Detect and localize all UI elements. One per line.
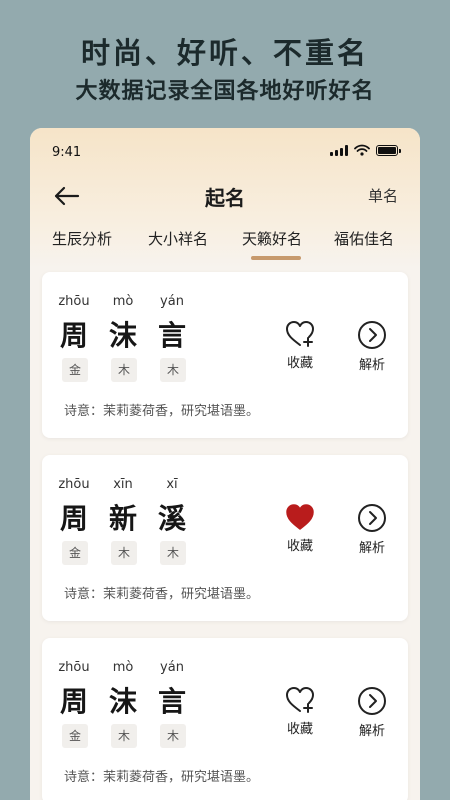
element-tag-3: 木 <box>160 724 186 748</box>
analyze-button[interactable]: 解析 <box>348 503 396 556</box>
pinyin-2: mò <box>112 660 134 675</box>
pinyin-2: mò <box>112 294 134 309</box>
pinyin-1: zhōu <box>58 660 90 675</box>
hanzi-1: 周 <box>59 685 88 718</box>
tab-birth-analysis[interactable]: 生辰分析 <box>52 228 112 249</box>
poem-text: 诗意：茉莉菱荷香，研究堪语墨。 <box>64 587 260 602</box>
pinyin-1: zhōu <box>58 477 90 492</box>
heart-plus-icon <box>286 687 314 713</box>
hanzi-2: 沫 <box>108 319 137 352</box>
pinyin-1: zhōu <box>58 294 90 309</box>
hanzi-3: 溪 <box>157 502 186 535</box>
arrow-left-icon <box>54 186 80 206</box>
element-tag-2: 木 <box>111 541 137 565</box>
favorite-label: 收藏 <box>286 539 313 554</box>
pinyin-3: yán <box>160 294 184 309</box>
hanzi-2: 新 <box>108 502 137 535</box>
analyze-button[interactable]: 解析 <box>348 320 396 373</box>
phone-screen: 9:41 起名 单名 生辰分析 大小祥名 天籁好名 福佑佳名 zhōu mò y… <box>30 128 420 800</box>
analyze-label: 解析 <box>358 541 385 556</box>
chevron-right-circle-icon <box>358 687 386 715</box>
name-card: zhōu mò yán 周 沫 言 金 木 木 收藏 解析 诗意：茉莉菱荷香，研… <box>42 272 408 438</box>
signal-icon <box>330 144 348 156</box>
wifi-icon <box>354 144 370 156</box>
tab-melodious-names[interactable]: 天籁好名 <box>242 228 302 249</box>
promo-title: 时尚、好听、不重名 <box>80 36 369 70</box>
analyze-label: 解析 <box>358 724 385 739</box>
favorite-label: 收藏 <box>286 722 313 737</box>
hanzi-3: 言 <box>157 319 186 352</box>
status-icons <box>330 144 401 156</box>
element-tag-3: 木 <box>160 358 186 382</box>
hanzi-1: 周 <box>59 502 88 535</box>
heart-filled-icon <box>286 504 314 530</box>
element-tag-1: 金 <box>62 724 88 748</box>
chevron-right-circle-icon <box>358 504 386 532</box>
element-tag-2: 木 <box>111 358 137 382</box>
tab-blessed-names[interactable]: 福佑佳名 <box>334 228 394 249</box>
analyze-button[interactable]: 解析 <box>348 686 396 739</box>
hanzi-3: 言 <box>157 685 186 718</box>
back-button[interactable] <box>52 184 80 208</box>
active-tab-indicator <box>251 256 301 260</box>
pinyin-3: xī <box>166 477 178 492</box>
element-tag-3: 木 <box>160 541 186 565</box>
hanzi-2: 沫 <box>108 685 137 718</box>
battery-icon <box>376 144 401 156</box>
element-tag-1: 金 <box>62 358 88 382</box>
favorite-button[interactable]: 收藏 <box>275 686 325 737</box>
favorite-button[interactable]: 收藏 <box>275 320 325 371</box>
analyze-label: 解析 <box>358 358 385 373</box>
hanzi-1: 周 <box>59 319 88 352</box>
favorite-label: 收藏 <box>286 356 313 371</box>
promo-subtitle: 大数据记录全国各地好听好名 <box>75 79 375 104</box>
status-time: 9:41 <box>52 145 82 160</box>
name-card: zhōu mò yán 周 沫 言 金 木 木 收藏 解析 诗意：茉莉菱荷香，研… <box>42 638 408 800</box>
tab-auspicious-names[interactable]: 大小祥名 <box>148 228 208 249</box>
element-tag-2: 木 <box>111 724 137 748</box>
single-name-button[interactable]: 单名 <box>368 185 398 206</box>
chevron-right-circle-icon <box>358 321 386 349</box>
pinyin-3: yán <box>160 660 184 675</box>
favorite-button[interactable]: 收藏 <box>275 503 325 554</box>
tab-bar: 生辰分析 大小祥名 天籁好名 福佑佳名 <box>30 228 420 264</box>
element-tag-1: 金 <box>62 541 88 565</box>
poem-text: 诗意：茉莉菱荷香，研究堪语墨。 <box>64 770 260 785</box>
pinyin-2: xīn <box>113 477 133 492</box>
heart-plus-icon <box>286 321 314 347</box>
name-card: zhōu xīn xī 周 新 溪 金 木 木 收藏 解析 诗意：茉莉菱荷香，研… <box>42 455 408 621</box>
poem-text: 诗意：茉莉菱荷香，研究堪语墨。 <box>64 404 260 419</box>
